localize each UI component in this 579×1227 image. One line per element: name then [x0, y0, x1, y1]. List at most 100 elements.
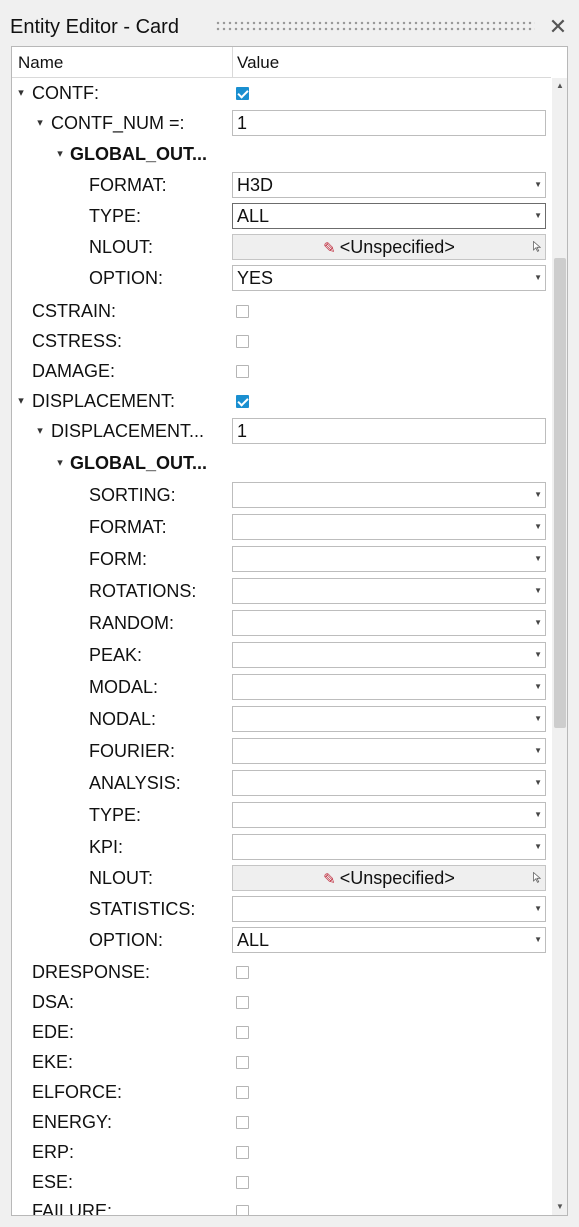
row-label: FORMAT:	[89, 517, 167, 537]
row-label: TYPE:	[89, 206, 142, 226]
row-label: ROTATIONS:	[89, 581, 197, 601]
row-label: FORM:	[89, 549, 147, 569]
displacement-num-input[interactable]: 1	[232, 418, 546, 444]
sorting-dropdown[interactable]: ▼	[232, 482, 546, 508]
tree-row-type: TYPE: ▼	[12, 800, 551, 830]
row-label: RANDOM:	[89, 613, 174, 633]
field-value: H3D	[237, 175, 274, 195]
value-column-header[interactable]: Value	[237, 53, 279, 73]
option-dropdown[interactable]: YES ▼	[232, 265, 546, 291]
row-label: ENERGY:	[32, 1112, 113, 1132]
energy-checkbox[interactable]	[236, 1116, 249, 1129]
tree-row-dresponse: DRESPONSE:	[12, 957, 551, 987]
tree-row-energy: ENERGY:	[12, 1107, 551, 1137]
nlout-selector-button[interactable]: ✎ <Unspecified>	[232, 234, 546, 260]
property-tree: ▾ CONTF: ▾ CONTF_NUM =: 1 ▾ GLOBAL_OUT..…	[12, 78, 551, 1215]
dropdown-arrow-icon: ▼	[534, 522, 542, 531]
dropdown-arrow-icon: ▼	[534, 211, 542, 220]
dropdown-arrow-icon: ▼	[534, 554, 542, 563]
nlout-selector-button[interactable]: ✎ <Unspecified>	[232, 865, 546, 891]
dropdown-arrow-icon: ▼	[534, 586, 542, 595]
cstrain-checkbox[interactable]	[236, 305, 249, 318]
expand-arrow-icon[interactable]: ▾	[54, 139, 66, 169]
scroll-down-arrow-icon[interactable]: ▼	[552, 1199, 567, 1215]
row-label: GLOBAL_OUT...	[70, 453, 208, 473]
row-label: ANALYSIS:	[89, 773, 181, 793]
row-label: DISPLACEMENT:	[32, 391, 176, 411]
damage-checkbox[interactable]	[236, 365, 249, 378]
dropdown-arrow-icon: ▼	[534, 935, 542, 944]
dropdown-arrow-icon: ▼	[534, 810, 542, 819]
tree-row-elforce: ELFORCE:	[12, 1077, 551, 1107]
modal-dropdown[interactable]: ▼	[232, 674, 546, 700]
row-label: DSA:	[32, 992, 75, 1012]
elforce-checkbox[interactable]	[236, 1086, 249, 1099]
name-column-header[interactable]: Name	[18, 53, 63, 73]
cstress-checkbox[interactable]	[236, 335, 249, 348]
scroll-up-arrow-icon[interactable]: ▲	[552, 78, 567, 94]
tree-row-form: FORM: ▼	[12, 544, 551, 574]
tree-row-nodal: NODAL: ▼	[12, 704, 551, 734]
analysis-dropdown[interactable]: ▼	[232, 770, 546, 796]
tree-row-dsa: DSA:	[12, 987, 551, 1017]
erp-checkbox[interactable]	[236, 1146, 249, 1159]
tree-row-ede: EDE:	[12, 1017, 551, 1047]
tree-row-option: OPTION: YES ▼	[12, 263, 551, 293]
row-label: EDE:	[32, 1022, 75, 1042]
row-label: OPTION:	[89, 930, 164, 950]
title-bar: Entity Editor - Card ✕	[0, 0, 579, 40]
kpi-dropdown[interactable]: ▼	[232, 834, 546, 860]
form-dropdown[interactable]: ▼	[232, 546, 546, 572]
ede-checkbox[interactable]	[236, 1026, 249, 1039]
dresponse-checkbox[interactable]	[236, 966, 249, 979]
expand-arrow-icon[interactable]: ▾	[15, 78, 27, 108]
tree-row-option: OPTION: ALL ▼	[12, 925, 551, 955]
row-label: KPI:	[89, 837, 124, 857]
fourier-dropdown[interactable]: ▼	[232, 738, 546, 764]
expand-arrow-icon[interactable]: ▾	[34, 416, 46, 446]
drag-handle[interactable]	[215, 20, 535, 32]
tree-row-cstrain: CSTRAIN:	[12, 296, 551, 326]
row-label: FOURIER:	[89, 741, 176, 761]
contf-num-input[interactable]: 1	[232, 110, 546, 136]
option-dropdown[interactable]: ALL ▼	[232, 927, 546, 953]
expand-arrow-icon[interactable]: ▾	[34, 108, 46, 138]
expand-arrow-icon[interactable]: ▾	[54, 448, 66, 478]
dsa-checkbox[interactable]	[236, 996, 249, 1009]
tree-row-peak: PEAK: ▼	[12, 640, 551, 670]
type-dropdown[interactable]: ALL ▼	[232, 203, 546, 229]
ese-checkbox[interactable]	[236, 1176, 249, 1189]
tree-row-cstress: CSTRESS:	[12, 326, 551, 356]
column-divider[interactable]	[232, 47, 233, 78]
dropdown-arrow-icon: ▼	[534, 904, 542, 913]
nlout-value: <Unspecified>	[339, 237, 455, 257]
tree-row-displacement-num: ▾ DISPLACEMENT... 1	[12, 416, 551, 446]
row-label: ELFORCE:	[32, 1082, 123, 1102]
displacement-checkbox[interactable]	[236, 395, 249, 408]
row-label: DISPLACEMENT...	[51, 421, 205, 441]
type-dropdown[interactable]: ▼	[232, 802, 546, 828]
peak-dropdown[interactable]: ▼	[232, 642, 546, 668]
row-label: CONTF_NUM =:	[51, 113, 185, 133]
eke-checkbox[interactable]	[236, 1056, 249, 1069]
format-dropdown[interactable]: H3D ▼	[232, 172, 546, 198]
tree-row-type: TYPE: ALL ▼	[12, 201, 551, 231]
dropdown-arrow-icon: ▼	[534, 778, 542, 787]
tree-row-fourier: FOURIER: ▼	[12, 736, 551, 766]
rotations-dropdown[interactable]: ▼	[232, 578, 546, 604]
tree-row-format: FORMAT: H3D ▼	[12, 170, 551, 200]
contf-checkbox[interactable]	[236, 87, 249, 100]
row-label: FAILURE:	[32, 1201, 113, 1215]
format-dropdown[interactable]: ▼	[232, 514, 546, 540]
random-dropdown[interactable]: ▼	[232, 610, 546, 636]
expand-arrow-icon[interactable]: ▾	[15, 386, 27, 416]
row-label: MODAL:	[89, 677, 159, 697]
close-icon[interactable]: ✕	[546, 16, 570, 38]
failure-checkbox[interactable]	[236, 1205, 249, 1215]
vertical-scrollbar[interactable]: ▲ ▼	[552, 78, 567, 1215]
statistics-dropdown[interactable]: ▼	[232, 896, 546, 922]
scrollbar-thumb[interactable]	[554, 258, 566, 728]
row-label: STATISTICS:	[89, 899, 196, 919]
row-label: ERP:	[32, 1142, 75, 1162]
nodal-dropdown[interactable]: ▼	[232, 706, 546, 732]
